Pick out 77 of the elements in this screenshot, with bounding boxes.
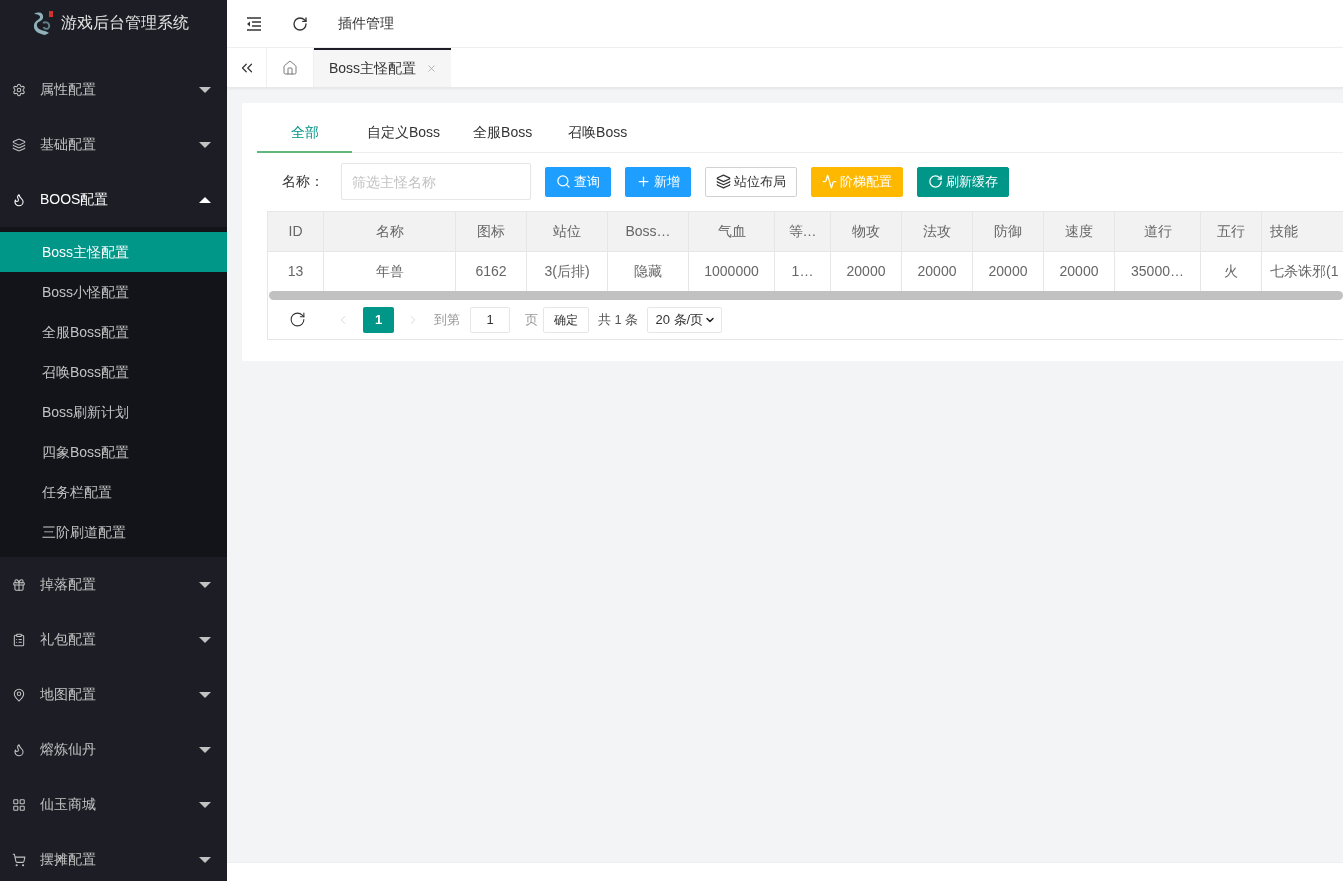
page-size-select[interactable]: 20 条/页 [647, 306, 723, 333]
toolbar-button[interactable]: 刷新缓存 [917, 166, 1009, 197]
sidebar-title: 游戏后台管理系统 [60, 13, 189, 33]
horizontal-scrollbar[interactable] [269, 291, 1343, 300]
confirm-button[interactable]: 确定 [543, 306, 589, 333]
table-header-cell: 五行 [1201, 212, 1262, 252]
submenu-item[interactable]: 三阶刷道配置 [0, 512, 227, 552]
cart-icon [12, 852, 26, 867]
goto-page-input[interactable]: 1 [470, 306, 510, 333]
table-header-cell: ID [268, 212, 324, 252]
total-count: 共 1 条 [598, 310, 639, 329]
content-tab[interactable]: 召唤Boss [550, 113, 646, 153]
table-header-cell: 速度 [1044, 212, 1115, 252]
table-header-cell: 防御 [973, 212, 1044, 252]
flame-icon [12, 742, 26, 757]
flame-icon [12, 192, 26, 207]
pulse-icon [822, 174, 837, 189]
clipboard-icon [12, 632, 26, 647]
layers-icon [716, 174, 731, 189]
filter-label: 名称： [282, 172, 324, 191]
submenu-item[interactable]: 任务栏配置 [0, 472, 227, 512]
caret-down-icon [199, 801, 211, 808]
sidebar-menu-item[interactable]: 熔炼仙丹 [0, 722, 227, 777]
goto-label: 到第 [434, 310, 460, 329]
home-icon[interactable] [282, 59, 298, 76]
sidebar-menu-item[interactable]: 礼包配置 [0, 612, 227, 667]
table-header-cell: 气血 [689, 212, 775, 252]
refresh-icon[interactable] [292, 15, 308, 32]
gift-icon [12, 577, 26, 592]
submenu-item[interactable]: Boss刷新计划 [0, 392, 227, 432]
indent-icon[interactable] [246, 16, 262, 31]
grid-icon [12, 797, 26, 812]
table-header-cell: 法攻 [902, 212, 973, 252]
caret-down-icon [199, 636, 211, 643]
page-number[interactable]: 1 [363, 306, 394, 333]
submenu-item[interactable]: Boss主怪配置 [0, 232, 227, 272]
submenu-item[interactable]: 全服Boss配置 [0, 312, 227, 352]
submenu-item[interactable]: 四象Boss配置 [0, 432, 227, 472]
submenu-item[interactable]: Boss小怪配置 [0, 272, 227, 312]
toolbar-button[interactable]: 站位布局 [705, 166, 797, 197]
caret-down-icon [199, 581, 211, 588]
sidebar-menu-item[interactable]: 地图配置 [0, 667, 227, 722]
table-header-cell: 名称 [324, 212, 456, 252]
layers-icon [12, 137, 26, 152]
close-icon[interactable] [426, 63, 438, 74]
sidebar-menu-item[interactable]: BOOS配置 [0, 172, 227, 227]
caret-up-icon [199, 196, 211, 203]
table-header-cell: 物攻 [831, 212, 902, 252]
caret-down-icon [199, 856, 211, 863]
plus-icon [636, 174, 651, 189]
table-header-cell: 技能 [1262, 212, 1343, 252]
submenu-item[interactable]: 召唤Boss配置 [0, 352, 227, 392]
refresh-icon [928, 174, 943, 189]
header-link[interactable]: 插件管理 [323, 13, 409, 34]
refresh-icon[interactable] [289, 311, 306, 328]
table-header-cell: 站位 [527, 212, 608, 252]
table-header-cell: 图标 [456, 212, 527, 252]
gear-icon [12, 82, 26, 97]
page-tab[interactable]: Boss主怪配置 [314, 48, 452, 87]
content-tab[interactable]: 自定义Boss [352, 113, 456, 153]
caret-down-icon [199, 746, 211, 753]
map-pin-icon [12, 687, 26, 702]
sidebar-menu-item[interactable]: 仙玉商城 [0, 777, 227, 832]
content-tab[interactable]: 全部 [257, 113, 352, 153]
table-header-cell: Boss… [608, 212, 689, 252]
table-header-cell: 等… [775, 212, 831, 252]
sidebar-menu-item[interactable]: 属性配置 [0, 62, 227, 117]
sidebar-menu-item[interactable]: 摆摊配置 [0, 832, 227, 881]
caret-down-icon [199, 86, 211, 93]
sidebar-menu-item[interactable]: 基础配置 [0, 117, 227, 172]
content-tab[interactable]: 全服Boss [455, 113, 551, 153]
sidebar-menu-item[interactable]: 掉落配置 [0, 557, 227, 612]
search-icon [556, 174, 571, 189]
page-suffix: 页 [525, 310, 538, 329]
table-header-cell: 道行 [1115, 212, 1201, 252]
caret-down-icon [199, 691, 211, 698]
caret-down-icon [199, 141, 211, 148]
